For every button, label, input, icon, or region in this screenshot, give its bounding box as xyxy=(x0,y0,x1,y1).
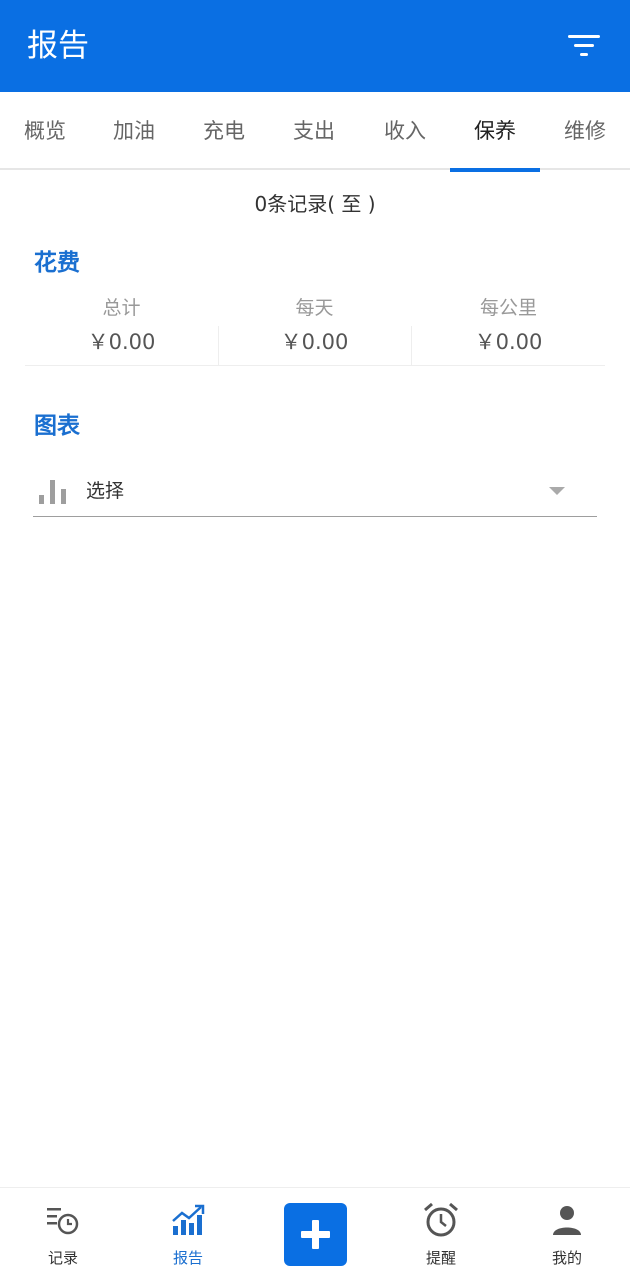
nav-reminders-label: 提醒 xyxy=(425,1249,456,1267)
records-count: 0条记录( 至 ) xyxy=(254,192,376,216)
tab-fuel[interactable]: 加油 xyxy=(89,92,179,170)
bottom-navigation: 记录 报告 提醒 我的 xyxy=(0,1187,630,1280)
nav-reminders[interactable]: 提醒 xyxy=(401,1188,481,1280)
stat-per-km-label: 每公里 xyxy=(479,297,537,319)
nav-profile-label: 我的 xyxy=(551,1249,582,1267)
chart-type-select[interactable]: 选择 xyxy=(33,468,597,517)
records-clock-icon xyxy=(47,1208,79,1235)
tab-charging[interactable]: 充电 xyxy=(179,92,269,170)
tab-income[interactable]: 收入 xyxy=(360,92,450,170)
nav-records[interactable]: 记录 xyxy=(23,1188,103,1280)
user-icon xyxy=(553,1206,581,1235)
stat-divider xyxy=(218,326,219,366)
filter-icon[interactable] xyxy=(566,30,602,62)
tab-expense[interactable]: 支出 xyxy=(269,92,359,170)
nav-profile[interactable]: 我的 xyxy=(527,1188,607,1280)
nav-report[interactable]: 报告 xyxy=(148,1188,228,1280)
add-record-button[interactable] xyxy=(284,1203,347,1266)
tab-maintenance[interactable]: 保养 xyxy=(450,92,540,172)
tab-repair[interactable]: 维修 xyxy=(540,92,630,170)
stat-divider xyxy=(411,326,412,366)
stat-total-label: 总计 xyxy=(102,297,141,319)
alarm-clock-icon xyxy=(424,1202,458,1237)
stat-total-value: ￥0.00 xyxy=(87,330,156,354)
tab-overview[interactable]: 概览 xyxy=(0,92,90,170)
chart-section-title: 图表 xyxy=(34,413,80,439)
stat-per-day: 每天 ￥0.00 xyxy=(218,292,411,366)
stat-per-day-label: 每天 xyxy=(295,297,334,319)
caret-down-icon xyxy=(549,487,565,495)
app-bar: 报告 xyxy=(0,0,630,92)
nav-records-label: 记录 xyxy=(47,1249,78,1267)
stat-total: 总计 ￥0.00 xyxy=(25,292,218,366)
cost-section-title: 花费 xyxy=(34,250,80,276)
bar-chart-icon xyxy=(39,480,66,504)
stat-per-km: 每公里 ￥0.00 xyxy=(412,292,605,366)
chart-type-select-label: 选择 xyxy=(86,480,125,502)
plus-icon xyxy=(301,1220,330,1249)
report-chart-icon xyxy=(172,1204,205,1235)
stat-per-km-value: ￥0.00 xyxy=(474,330,543,354)
stat-per-day-value: ￥0.00 xyxy=(280,330,349,354)
nav-report-label: 报告 xyxy=(172,1249,203,1267)
category-tabs: 概览 加油 充电 支出 收入 保养 维修 xyxy=(0,92,630,172)
page-title: 报告 xyxy=(27,28,89,64)
cost-stats: 总计 ￥0.00 每天 ￥0.00 每公里 ￥0.00 xyxy=(25,292,605,366)
